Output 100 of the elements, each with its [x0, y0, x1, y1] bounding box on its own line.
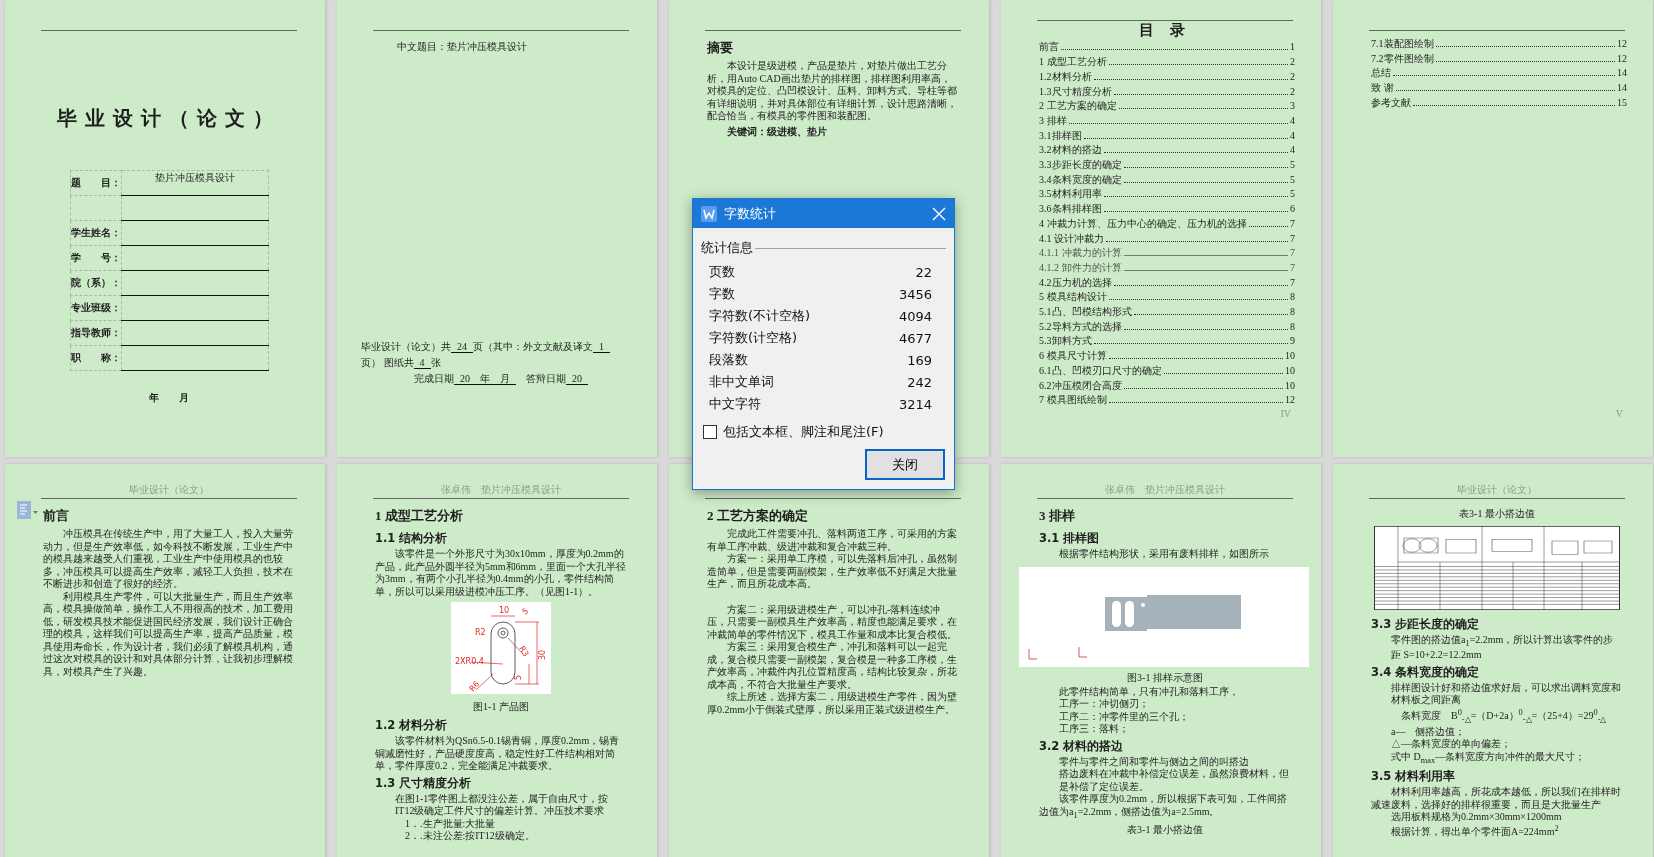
- statement-text: 页） 图纸共: [361, 357, 414, 368]
- stat-value: 4677: [898, 330, 932, 346]
- section-title: 摘要: [707, 39, 734, 57]
- paragraph: 该零件是一个外形尺寸为30x10mm，厚度为0.2mm的产品，此产品外圆半径为5mm和6mm，里面一个大孔半径为3mm，有两个小孔半径为0.4mm的小孔，零件结构简单，所以可以采用级进模冲压工序。（见图1-1）。: [375, 548, 627, 598]
- figure-caption: 图3-1 排样示意图: [1126, 670, 1204, 684]
- toc-entry: 2 工艺方案的确定: [1039, 99, 1117, 114]
- text-line: a— 侧搭边值；: [1390, 725, 1467, 738]
- field-label: 题 目：: [70, 177, 121, 188]
- toc-page-number: 15: [1617, 95, 1627, 110]
- text-line: 此零件结构简单，只有冲孔和落料工序，: [1058, 685, 1240, 698]
- text-line: 工序二：冲零件里的三个孔；: [1058, 710, 1190, 723]
- toc-title: 目 录: [1138, 21, 1192, 41]
- toc-page-number: 4: [1290, 128, 1295, 143]
- toc-entry: 7.1装配图绘制: [1371, 37, 1434, 51]
- toc-entry: 6.1凸、凹模刃口尺寸的确定: [1039, 363, 1162, 378]
- stat-value: 3214: [898, 396, 932, 412]
- page-header: 毕业设计（论文）: [1457, 485, 1537, 497]
- text-line: 工序一：冲切侧刃；: [1058, 698, 1150, 711]
- section-title: 前言: [43, 507, 70, 525]
- stat-label: 字数: [709, 285, 735, 303]
- section-heading: 1.2 材料分析: [375, 718, 449, 733]
- toc-entry: 6 模具尺寸计算: [1039, 349, 1107, 364]
- figure-caption: 图1-1 产品图: [472, 700, 530, 713]
- toc-page-number: 3: [1290, 99, 1295, 114]
- text-line: 选用板料规格为0.2mm×30mm×1200mm: [1390, 811, 1563, 824]
- paragraph: 本设计是级进模，产品是垫片，对垫片做出工艺分析，用Auto CAD画出垫片的排样图，排样图利用率高，对模具的定位、凸凹模设计、压料、卸料方式、导柱等都有详细说明，并对具体部位有详细计算，设计思路清晰，配合恰当，有模具的零件图和装配图。: [707, 60, 958, 123]
- checkbox-label[interactable]: 包括文本框、脚注和尾注(F): [723, 423, 884, 441]
- toc-entry: 3.3步距长度的确定: [1039, 158, 1122, 173]
- toc-entry: 5.2导料方式的选择: [1039, 319, 1122, 334]
- section-heading: 3.3 步距长度的确定: [1371, 617, 1481, 632]
- text-line: 式中 D$_{max}$—条料宽度方向冲件的最大尺寸；: [1390, 750, 1587, 767]
- dimension-label: 5: [514, 674, 523, 680]
- section-label: 统计信息: [701, 239, 753, 257]
- stat-label: 中文字符: [709, 395, 761, 413]
- fill-in-line: 24: [451, 341, 473, 353]
- dimension-label: 30: [538, 649, 547, 660]
- toc-entry: 1.2材料分析: [1039, 69, 1092, 84]
- toc-page-number: 7: [1290, 246, 1295, 261]
- toc-page-number: 8: [1290, 305, 1295, 320]
- toc-page-number: 7: [1290, 231, 1295, 246]
- toc-entry: 致 谢: [1371, 81, 1394, 96]
- toc-entry: 4 冲裁力计算、压力中心的确定、压力机的选择: [1039, 216, 1247, 231]
- stat-label: 页数: [709, 263, 735, 281]
- statement-text: 毕业设计（论文）共: [361, 341, 451, 352]
- dialog-title: 字数统计: [724, 204, 777, 223]
- paragraph: 方案二：采用级进模生产，可以冲孔-落料连续冲压，只需要一副模具生产效率高，精度也能满足要求，在冲裁简单的零件情况下，模具工作量和成本比复合模低。: [707, 603, 958, 641]
- statement-text: 答辩日期: [525, 373, 566, 384]
- dimension-label: R3: [517, 644, 531, 659]
- toc-entry: 前言: [1039, 40, 1059, 55]
- toc-entry: 3.4条料宽度的确定: [1039, 172, 1122, 187]
- toc-page-number: 2: [1290, 55, 1295, 70]
- toc-entry: 4.1 设计冲裁力: [1039, 231, 1104, 246]
- toc-page-number: 4: [1290, 143, 1295, 158]
- toc-page-number: 2: [1290, 69, 1295, 84]
- toc-page-number: 5: [1290, 187, 1295, 202]
- stat-value: 4094: [898, 308, 932, 324]
- dimension-label: 10: [499, 606, 510, 615]
- toc-entry: 参考文献: [1371, 95, 1411, 110]
- checkbox[interactable]: [703, 425, 717, 439]
- toc-page-number: 5: [1290, 172, 1295, 187]
- section-title: 2 工艺方案的确定: [707, 507, 809, 525]
- close-button[interactable]: 关闭: [865, 449, 945, 480]
- date-line: 年 月: [148, 391, 190, 405]
- field-label: 学 号：: [70, 252, 121, 263]
- toc-entry: 7.2零件图绘制: [1371, 51, 1434, 66]
- toc-entry: 3.1排样图: [1039, 128, 1082, 143]
- toc-page-number: 7: [1290, 275, 1295, 290]
- chinese-title: 中文题目：垫片冲压模具设计: [396, 40, 528, 54]
- dimension-label: R6: [467, 679, 482, 694]
- text-line: 在图1-1零件图上都没注公差，属于自由尺寸，按IT12级确定工件尺寸的偏差计算。冲压技术要求: [394, 792, 610, 818]
- fill-in-line: 20 年 月: [454, 373, 516, 385]
- field-label: 职 称：: [70, 352, 121, 363]
- text-line: △—条料宽度的单向偏差；: [1390, 738, 1512, 751]
- toc-page-number: 10: [1285, 378, 1295, 393]
- cover-title: 毕业设计（论文）: [56, 106, 282, 131]
- text-line: 根据计算，得出单个零件面A=224mm$^{2}$: [1390, 823, 1560, 839]
- section-heading: 3.2 材料的搭边: [1039, 738, 1125, 754]
- stat-value: 169: [907, 352, 932, 368]
- page-header: 毕业设计（论文）: [129, 485, 209, 497]
- paragraph: 方案一：采用单工序模，可以先落料后冲孔，虽然制造简单，但是需要两副模架，生产效率低不好满足大批量生产，而且所花成本高。: [707, 553, 958, 591]
- paragraph: 方案三：采用复合模生产，冲孔和落料可以一起完成，复合模只需要一副模架，复合模是一种多工序模，生产效率高，冲裁件内孔位置精度高，结构比较复杂，所花成本高，不符合大批量生产要求。: [707, 641, 958, 691]
- toc-page-number: 10: [1285, 363, 1295, 378]
- section-title: 1 成型工艺分析: [375, 507, 464, 525]
- toc-entry: 1.3尺寸精度分析: [1039, 84, 1112, 99]
- fill-in-line: 20: [566, 373, 588, 385]
- keywords-line: 关键词：级进模、垫片: [726, 124, 828, 139]
- statement-text: 张: [430, 357, 441, 368]
- stat-value: 22: [915, 264, 932, 280]
- statement-text: 完成日期: [414, 373, 454, 384]
- toc-page-number: 4: [1290, 113, 1295, 128]
- close-icon[interactable]: [932, 206, 946, 221]
- paragraph: 利用模具生产零件，可以大批量生产，而且生产效率高，模具操做简单，操作工人不用很高的技术，加工费用低，研发模具技术能促进国民经济发展，我们设计正确合理的模具，这样我们可以提高生产率，提高产品质量，模具使用寿命长，作为设计者，我们必须了解模具机构，通过这次对模具的设计和对具体部分计算，让我初步理解模具，对模具产生了兴趣。: [43, 590, 294, 678]
- toc-page-number: 7: [1290, 260, 1295, 275]
- paragraph: 该零件材料为QSn6.5-0.1锡青铜，厚度0.2mm，锡青铜减磨性好，产品硬度度高，稳定性好工件结构相对简单，零件厚度0.2，完全能满足冲裁要求。: [375, 735, 621, 773]
- toc-page-number: 8: [1290, 290, 1295, 305]
- toc-entry: 3.6条料排样图: [1039, 202, 1102, 217]
- section-title: 3 排样: [1039, 507, 1076, 525]
- toc-entry: 5.3卸料方式: [1039, 334, 1092, 349]
- toc-entry: 总结: [1371, 66, 1391, 81]
- section-heading: 3.5 材料利用率: [1371, 769, 1457, 785]
